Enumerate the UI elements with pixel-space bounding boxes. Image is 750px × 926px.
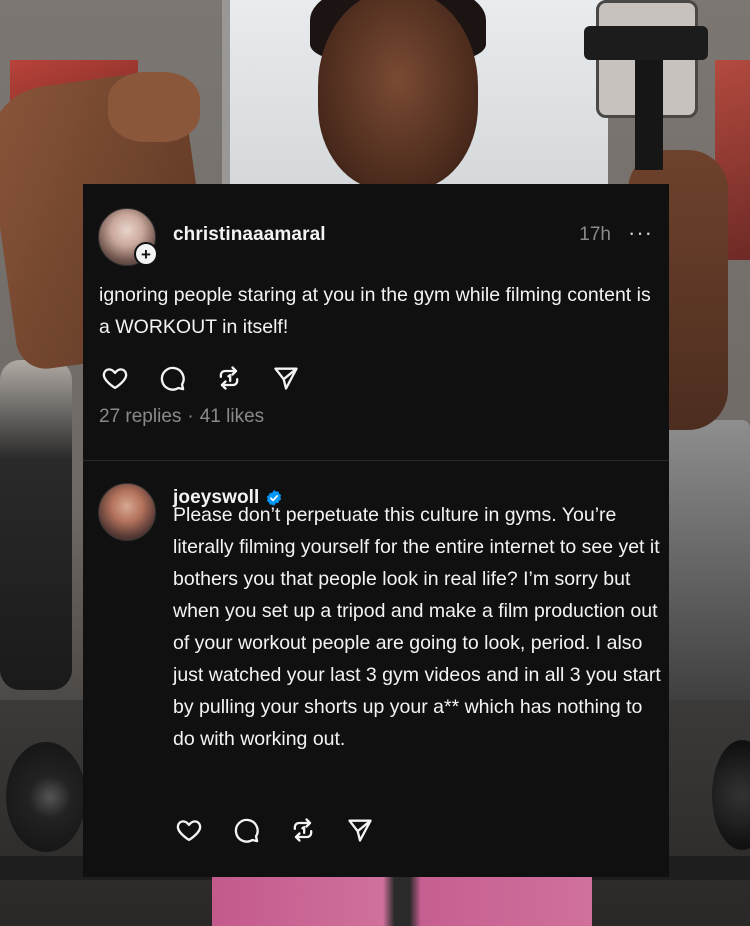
woman-legs — [212, 876, 592, 926]
send-icon[interactable] — [270, 362, 302, 394]
post-timestamp: 17h — [579, 224, 611, 245]
fist — [108, 72, 200, 142]
weight-plate-left — [6, 742, 86, 852]
repost-icon[interactable] — [287, 814, 319, 846]
treadmill — [668, 420, 750, 720]
woman-face — [318, 0, 478, 190]
original-post: + christinaaamaral 17h ··· ignoring peop… — [83, 184, 669, 461]
reply-actions — [173, 814, 376, 846]
heart-icon[interactable] — [173, 814, 205, 846]
window-frame — [222, 0, 230, 190]
post-text: ignoring people staring at you in the gy… — [99, 284, 651, 338]
thread-card: + christinaaamaral 17h ··· ignoring peop… — [83, 184, 669, 877]
comment-icon[interactable] — [230, 814, 262, 846]
post-actions — [99, 362, 302, 394]
reply-text: Please don’t perpetuate this culture in … — [173, 504, 661, 750]
comment-icon[interactable] — [156, 362, 188, 394]
follow-plus-icon[interactable]: + — [134, 242, 158, 266]
avatar[interactable] — [98, 483, 156, 541]
heart-icon[interactable] — [99, 362, 131, 394]
more-options-icon[interactable]: ··· — [628, 222, 653, 244]
post-stats: 27 replies · 41 likes — [99, 406, 264, 428]
reply-post: joeyswoll Please don’t perpetuate this c… — [83, 461, 669, 877]
tripod-mount — [584, 26, 708, 60]
send-icon[interactable] — [344, 814, 376, 846]
repost-icon[interactable] — [213, 362, 245, 394]
like-count[interactable]: 41 likes — [200, 406, 264, 428]
stats-separator: · — [187, 406, 194, 427]
tripod-stem — [635, 60, 663, 170]
background-person — [0, 360, 72, 690]
reply-count[interactable]: 27 replies — [99, 406, 181, 428]
post-username[interactable]: christinaaamaral — [173, 224, 326, 246]
